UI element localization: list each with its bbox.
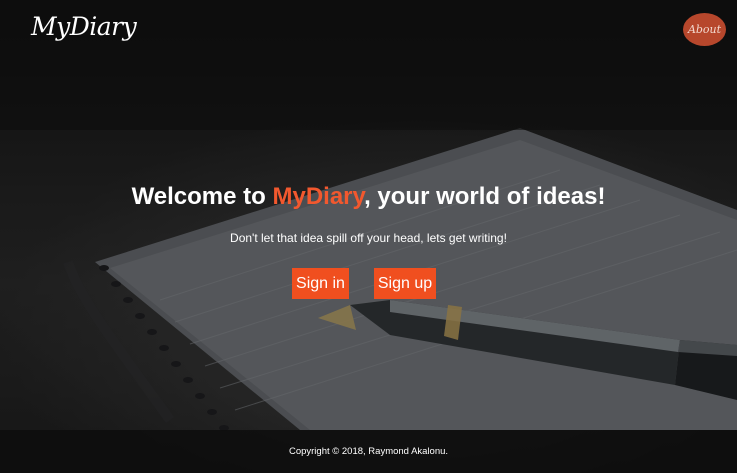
copyright-text: Copyright © 2018, Raymond Akalonu. — [288, 446, 449, 457]
headline-prefix: Welcome to — [131, 183, 273, 210]
about-button[interactable]: About — [683, 13, 726, 46]
page-title: Welcome to MyDiary, your world of ideas! — [0, 183, 737, 211]
footer: Copyright © 2018, Raymond Akalonu. — [0, 430, 737, 473]
tagline: Don't let that idea spill off your head,… — [230, 231, 507, 245]
headline-brand: MyDiary — [272, 183, 365, 210]
headline-suffix: , your world of ideas! — [364, 183, 606, 210]
sign-in-button[interactable]: Sign in — [292, 268, 349, 299]
sign-up-button[interactable]: Sign up — [374, 268, 436, 299]
brand-logo[interactable]: MyDiary — [31, 12, 137, 41]
